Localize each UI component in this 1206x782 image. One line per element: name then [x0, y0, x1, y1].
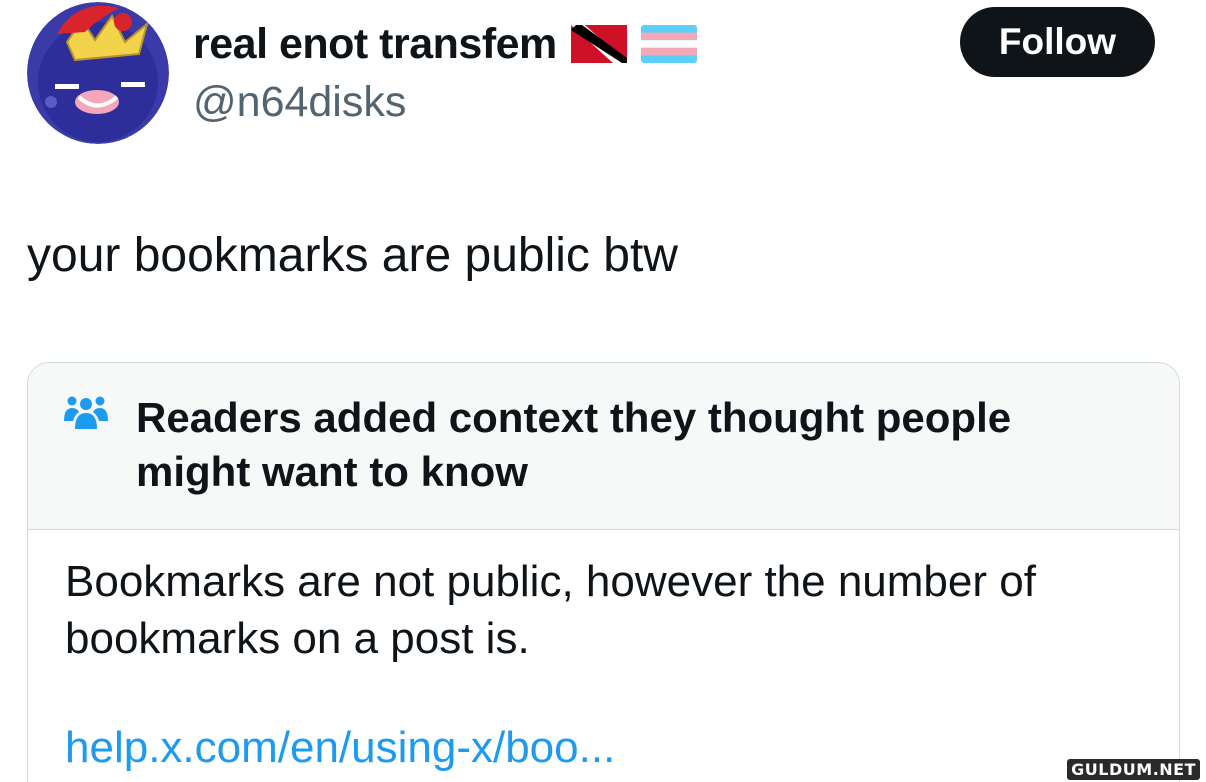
trinidad-and-tobago-flag-icon	[570, 25, 627, 63]
display-name[interactable]: real enot transfem	[193, 20, 557, 69]
community-note-header: Readers added context they thought peopl…	[28, 363, 1179, 530]
community-note-card: Readers added context they thought peopl…	[27, 362, 1180, 782]
avatar[interactable]	[27, 2, 169, 144]
tweet-text: your bookmarks are public btw	[27, 229, 678, 282]
avatar-image	[27, 2, 169, 144]
community-note-body: Bookmarks are not public, however the nu…	[65, 557, 1036, 663]
follow-button[interactable]: Follow	[960, 7, 1155, 77]
transgender-flag-icon	[640, 25, 697, 63]
people-group-icon	[64, 396, 108, 429]
display-name-row: real enot transfem	[193, 16, 697, 72]
community-note-source-link[interactable]: help.x.com/en/using-x/boo...	[65, 723, 615, 773]
watermark-logo: GULDUM.NET	[1067, 759, 1200, 780]
tweet-view: real enot transfem @n64disks Follow your…	[0, 0, 1206, 782]
community-note-title: Readers added context they thought peopl…	[136, 394, 1012, 495]
user-handle[interactable]: @n64disks	[193, 78, 406, 127]
